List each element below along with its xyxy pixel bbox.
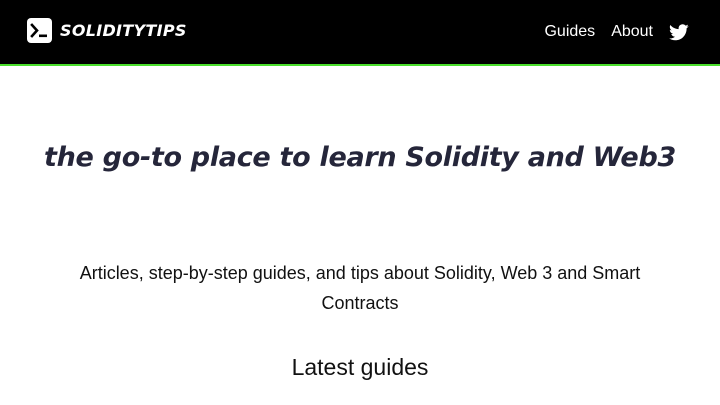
nav-link-guides[interactable]: Guides: [544, 19, 595, 45]
brand-logo-link[interactable]: SOLIDITYTIPS: [27, 18, 187, 43]
hero-subtitle: Articles, step-by-step guides, and tips …: [79, 263, 641, 313]
latest-guides-heading: Latest guides: [291, 354, 429, 380]
twitter-icon[interactable]: [669, 23, 689, 41]
main-nav: Guides About: [544, 19, 689, 45]
brand-name: SOLIDITYTIPS: [60, 21, 187, 40]
site-header: SOLIDITYTIPS Guides About: [0, 0, 720, 66]
nav-link-about[interactable]: About: [611, 19, 653, 45]
terminal-prompt-icon: [27, 18, 52, 43]
hero-title: the go-to place to learn Solidity and We…: [44, 142, 676, 173]
